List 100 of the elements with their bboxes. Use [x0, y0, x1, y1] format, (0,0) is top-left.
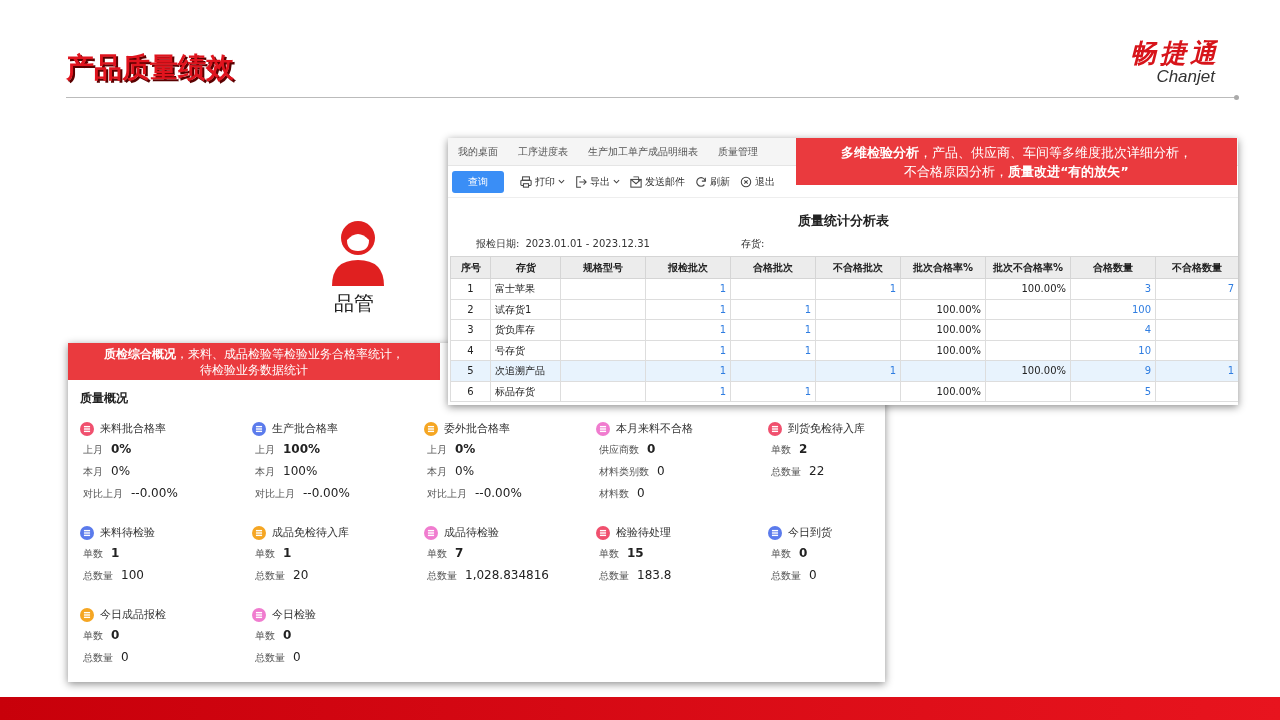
column-header: 批次不合格率%: [985, 256, 1071, 279]
stat-label: 单数: [771, 442, 791, 457]
tab[interactable]: 工序进度表: [511, 144, 575, 159]
column-header: 合格批次: [730, 256, 816, 279]
stat-label: 材料数: [599, 486, 629, 501]
filter-label: 存货:: [741, 236, 765, 251]
card-title: 到货免检待入库: [788, 420, 865, 437]
table-cell: 富士苹果: [495, 283, 535, 295]
stat-value: 7: [455, 545, 464, 562]
table-cell: 1: [719, 344, 726, 356]
close-icon: [740, 175, 752, 188]
toolbar-button[interactable]: 导出: [575, 171, 620, 192]
table-cell: 1: [1227, 365, 1234, 377]
printer-icon: [520, 175, 532, 188]
stat-label: 材料类别数: [599, 464, 649, 479]
stat-value: 183.8: [637, 567, 672, 584]
table-cell: 1: [889, 365, 896, 377]
caret-icon: [613, 178, 620, 185]
table-cell: 4: [467, 344, 474, 356]
stat-value: --0.00%: [475, 485, 522, 502]
table-cell: 100.00%: [1021, 365, 1066, 377]
panel-title: 质量概况: [80, 390, 128, 406]
stat-value: 100%: [283, 463, 318, 480]
filter-value: 2023.01.01 - 2023.12.31: [525, 236, 650, 251]
card-title: 检验待处理: [616, 524, 671, 541]
role-label: 品管: [334, 290, 374, 316]
tab[interactable]: 生产加工单产成品明细表: [581, 144, 705, 159]
table-cell: 9: [1144, 365, 1151, 377]
stat-label: 本月: [427, 464, 447, 479]
stat-label: 单数: [83, 628, 103, 643]
stat-value: 15: [627, 545, 644, 562]
toolbar-button[interactable]: 打印: [520, 171, 565, 192]
callout-text: 待检验业务数据统计: [200, 361, 308, 378]
table-row[interactable]: 4 号存货 1 1 100.00% 10: [450, 340, 1238, 361]
stat-label: 单数: [599, 546, 619, 561]
stat-value: 1,028.834816: [465, 567, 549, 584]
stat-value: 0%: [455, 463, 475, 480]
card-title: 来料批合格率: [100, 420, 166, 437]
table-row[interactable]: 1 富士苹果 1 1 100.00% 3 7: [450, 278, 1238, 299]
stat-label: 上月: [83, 442, 103, 457]
caret-icon: [558, 178, 565, 185]
table-cell: 1: [467, 283, 474, 295]
stat-value: 100: [121, 567, 144, 584]
logo-text: Chanjet: [1156, 68, 1215, 86]
table-cell: 10: [1138, 344, 1151, 356]
stat-value: 22: [809, 463, 825, 480]
table-row[interactable]: 3 货负库存 1 1 100.00% 4: [450, 319, 1238, 340]
toolbar-button[interactable]: 刷新: [695, 171, 730, 192]
tab[interactable]: 我的桌面: [451, 144, 505, 159]
callout-text: 不合格原因分析，质量改进“有的放矢”: [904, 162, 1129, 181]
column-header: 不合格数量: [1155, 256, 1238, 279]
table-cell: 2: [467, 303, 474, 315]
table-cell: 7: [1227, 283, 1234, 295]
card-title: 来料待检验: [100, 524, 155, 541]
mail-icon: [630, 175, 642, 188]
callout-text: 多维检验分析，产品、供应商、车间等多维度批次详细分析，: [841, 143, 1192, 162]
card-title: 今日检验: [272, 606, 316, 623]
slide-title: 产品质量绩效: [66, 50, 234, 86]
table-row[interactable]: 6 标品存货 1 1 100.00% 5: [450, 381, 1238, 402]
stat-label: 总数量: [771, 464, 801, 479]
stat-value: --0.00%: [131, 485, 178, 502]
table-cell: 100.00%: [936, 385, 981, 397]
stat-value: 0: [121, 649, 129, 666]
stat-label: 总数量: [255, 650, 285, 665]
stat-label: 上月: [255, 442, 275, 457]
toolbar-button[interactable]: 发送邮件: [630, 171, 685, 192]
card-title: 生产批合格率: [272, 420, 338, 437]
report-title: 质量统计分析表: [796, 212, 890, 230]
table-cell: 100.00%: [936, 324, 981, 336]
card-title: 本月来料不合格: [616, 420, 693, 437]
stat-value: 0: [293, 649, 301, 666]
card-title: 委外批合格率: [444, 420, 510, 437]
column-header: 存货: [490, 256, 561, 279]
stat-label: 单数: [255, 546, 275, 561]
card-title: 成品免检待入库: [272, 524, 349, 541]
column-header: 序号: [450, 256, 491, 279]
table-cell: 3: [1144, 283, 1151, 295]
table-cell: 1: [719, 385, 726, 397]
stat-value: 0: [637, 485, 645, 502]
table-row[interactable]: 2 试存货1 1 1 100.00% 100: [450, 299, 1238, 320]
toolbar-button[interactable]: 退出: [740, 171, 775, 192]
stat-label: 总数量: [427, 568, 457, 583]
column-header: 合格数量: [1070, 256, 1156, 279]
stat-value: 0: [809, 567, 817, 584]
column-header: 批次合格率%: [900, 256, 986, 279]
stat-label: 供应商数: [599, 442, 639, 457]
table-cell: 4: [1144, 324, 1151, 336]
table-row[interactable]: 5 次追溯产品 1 1 100.00% 9 1: [450, 360, 1238, 381]
tab[interactable]: 质量管理: [711, 144, 765, 159]
stat-label: 本月: [255, 464, 275, 479]
export-icon: [575, 175, 587, 188]
table-cell: 1: [719, 365, 726, 377]
stat-value: 1: [111, 545, 120, 562]
column-header: 报检批次: [645, 256, 731, 279]
stat-value: 0: [799, 545, 808, 562]
column-header: 规格型号: [560, 256, 646, 279]
stat-label: 单数: [771, 546, 791, 561]
column-header: 不合格批次: [815, 256, 901, 279]
stat-label: 对比上月: [83, 486, 123, 501]
table-cell: 100.00%: [1021, 283, 1066, 295]
